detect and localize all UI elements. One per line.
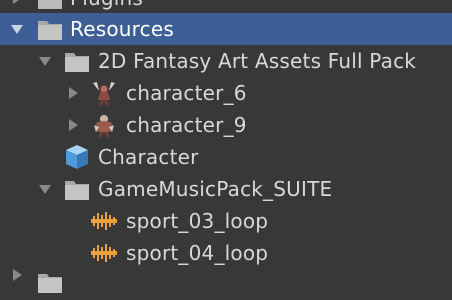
folder-icon	[38, 21, 62, 40]
tree-item-2d-fantasy-art-assets[interactable]: 2D Fantasy Art Assets Full Pack	[0, 45, 452, 77]
expanded-arrow-icon[interactable]	[10, 22, 24, 36]
tree-item-character-prefab[interactable]: Character	[0, 141, 452, 173]
tree-item-character-9[interactable]: character_9	[0, 109, 452, 141]
tree-item-sport-03-loop[interactable]: sport_03_loop	[0, 205, 452, 237]
tree-item-label: Resources	[70, 17, 174, 41]
collapsed-arrow-icon[interactable]	[66, 118, 80, 132]
character-sprite-icon	[94, 115, 114, 137]
prefab-cube-icon	[66, 145, 88, 169]
character-sprite-icon	[93, 82, 115, 106]
tree-item-label: sport_04_loop	[126, 241, 269, 265]
tree-item-label: Character	[98, 145, 199, 169]
collapsed-arrow-icon[interactable]	[66, 86, 80, 100]
expanded-arrow-icon[interactable]	[38, 182, 52, 196]
folder-icon	[65, 181, 89, 200]
tree-item-sport-04-loop[interactable]: sport_04_loop	[0, 237, 452, 269]
audio-clip-icon	[91, 212, 117, 230]
tree-item-character-6[interactable]: character_6	[0, 77, 452, 109]
audio-clip-icon	[91, 244, 117, 262]
tree-item-label: sport_03_loop	[126, 209, 269, 233]
project-tree: Plugins Resources 2D Fantasy Art Assets …	[0, 0, 452, 293]
tree-item-label: Plugins	[70, 0, 143, 14]
expanded-arrow-icon[interactable]	[38, 54, 52, 68]
tree-item-next-partial[interactable]	[0, 268, 452, 300]
collapsed-arrow-icon[interactable]	[10, 0, 24, 5]
collapsed-arrow-icon[interactable]	[10, 268, 24, 282]
tree-item-plugins[interactable]: Plugins	[0, 0, 452, 14]
tree-item-resources[interactable]: Resources	[0, 13, 452, 45]
tree-item-label: character_9	[126, 113, 247, 137]
folder-icon	[38, 0, 62, 9]
tree-item-label: 2D Fantasy Art Assets Full Pack	[98, 49, 417, 73]
tree-item-label: character_6	[126, 81, 247, 105]
folder-icon	[38, 274, 62, 293]
folder-icon	[65, 53, 89, 72]
tree-item-gamemusicpack-suite[interactable]: GameMusicPack_SUITE	[0, 173, 452, 205]
tree-item-label: GameMusicPack_SUITE	[98, 177, 333, 201]
